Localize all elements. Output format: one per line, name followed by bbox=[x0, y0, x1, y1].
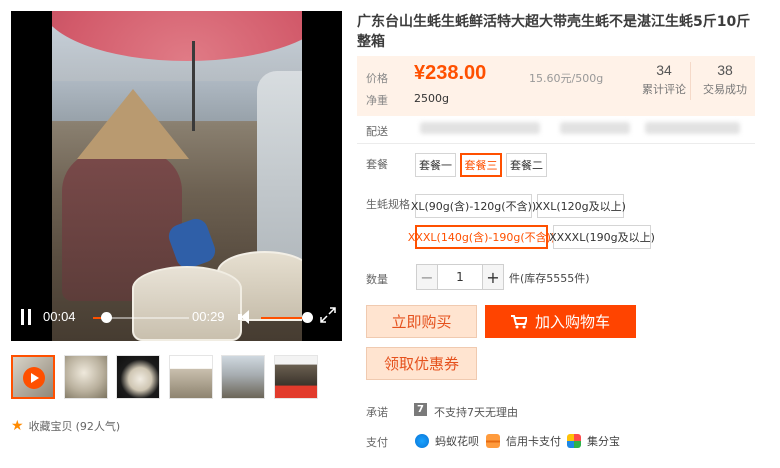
payment-method-label: 信用卡支付 bbox=[506, 435, 561, 448]
fullscreen-icon[interactable] bbox=[320, 307, 336, 323]
thumbnail-image[interactable] bbox=[168, 355, 213, 399]
huabei-icon bbox=[415, 434, 429, 448]
conical-hat-graphic bbox=[77, 89, 189, 159]
delivery-info-redacted bbox=[420, 122, 540, 134]
duration: 00:29 bbox=[192, 309, 225, 324]
package-option-3-selected[interactable]: 套餐三 bbox=[460, 153, 502, 177]
reviews-count: 34 bbox=[656, 62, 672, 78]
star-icon: ★ bbox=[11, 418, 24, 434]
divider bbox=[357, 143, 755, 144]
spec-option-xl[interactable]: XL(90g(含)-120g(不含)) bbox=[411, 194, 536, 218]
net-weight-value: 2500g bbox=[414, 92, 449, 105]
quantity-label: 数量 bbox=[366, 273, 388, 286]
payment-label: 支付 bbox=[366, 436, 388, 449]
volume-icon[interactable] bbox=[238, 310, 252, 324]
video-frame-oyster-harvest bbox=[52, 11, 302, 341]
payment-method-label: 集分宝 bbox=[587, 435, 620, 448]
credit-card-icon bbox=[486, 434, 500, 448]
spec-option-xxxxl[interactable]: XXXXL(190g及以上) bbox=[549, 225, 655, 249]
promise-label: 承诺 bbox=[366, 406, 388, 419]
seven-day-icon: 7 bbox=[414, 403, 427, 416]
price-panel: 价格 ¥238.00 15.60元/500g 净重 2500g 34 累计评论 … bbox=[357, 56, 755, 116]
delivery-info-redacted bbox=[645, 122, 740, 134]
quantity-input[interactable]: 1 bbox=[438, 264, 482, 290]
net-weight-label: 净重 bbox=[366, 94, 388, 107]
quantity-decrease-button[interactable]: − bbox=[416, 264, 438, 290]
product-video-player[interactable]: 00:04 00:29 bbox=[11, 11, 342, 341]
buy-now-label: 立即购买 bbox=[391, 313, 452, 331]
deals-count: 38 bbox=[717, 62, 733, 78]
thumbnail-image[interactable] bbox=[273, 355, 318, 399]
favorite-popularity: (92人气) bbox=[75, 420, 121, 433]
deals-stat: 38 交易成功 bbox=[699, 62, 751, 97]
volume-slider[interactable] bbox=[261, 317, 305, 319]
favorite-item[interactable]: ★ 收藏宝贝 (92人气) bbox=[11, 418, 120, 434]
volume-handle[interactable] bbox=[302, 312, 313, 323]
get-coupon-label: 领取优惠券 bbox=[383, 355, 459, 373]
thumbnail-image[interactable] bbox=[63, 355, 108, 399]
spec-label: 生蚝规格 bbox=[366, 198, 410, 211]
video-controls: 00:04 00:29 bbox=[11, 303, 342, 341]
payment-method-label: 蚂蚁花呗 bbox=[435, 435, 479, 448]
payment-huabei[interactable]: 蚂蚁花呗 bbox=[415, 433, 479, 449]
pause-icon[interactable] bbox=[20, 309, 32, 325]
thumbnail-image[interactable] bbox=[221, 355, 265, 399]
jifenbao-icon bbox=[567, 434, 581, 448]
thumbnail-video[interactable] bbox=[11, 355, 55, 399]
add-to-cart-label: 加入购物车 bbox=[534, 313, 610, 331]
current-time: 00:04 bbox=[43, 309, 76, 324]
deals-label: 交易成功 bbox=[703, 83, 747, 96]
package-option-1[interactable]: 套餐一 bbox=[415, 153, 456, 177]
price-label: 价格 bbox=[366, 72, 388, 85]
favorite-label: 收藏宝贝 bbox=[28, 420, 73, 433]
reviews-label: 累计评论 bbox=[642, 83, 686, 96]
play-icon bbox=[23, 367, 45, 389]
package-option-2[interactable]: 套餐二 bbox=[506, 153, 547, 177]
spec-option-xxl[interactable]: XXL(120g及以上) bbox=[535, 194, 626, 218]
spec-option-xxxl-selected[interactable]: XXXL(140g(含)-190g(不含)) bbox=[408, 225, 555, 249]
add-to-cart-button[interactable]: 加入购物车 bbox=[485, 305, 636, 338]
stat-divider bbox=[690, 62, 691, 100]
unit-price: 15.60元/500g bbox=[529, 72, 604, 85]
reviews-stat[interactable]: 34 累计评论 bbox=[639, 62, 689, 97]
cart-icon bbox=[510, 314, 527, 328]
thumbnail-strip bbox=[11, 355, 326, 401]
buy-now-button[interactable]: 立即购买 bbox=[366, 305, 477, 338]
package-label: 套餐 bbox=[366, 158, 388, 171]
stock-text: 件(库存5555件) bbox=[509, 272, 590, 285]
promise-text: 不支持7天无理由 bbox=[434, 406, 518, 419]
thumbnail-image[interactable] bbox=[116, 355, 160, 399]
price-value: ¥238.00 bbox=[414, 62, 487, 84]
get-coupon-button[interactable]: 领取优惠券 bbox=[366, 347, 477, 380]
umbrella-graphic bbox=[52, 11, 302, 61]
payment-credit-card[interactable]: 信用卡支付 bbox=[486, 433, 561, 449]
quantity-increase-button[interactable]: + bbox=[482, 264, 504, 290]
payment-jifenbao[interactable]: 集分宝 bbox=[567, 433, 620, 449]
progress-handle[interactable] bbox=[101, 312, 113, 323]
delivery-label: 配送 bbox=[366, 125, 388, 138]
quantity-stepper: − 1 + bbox=[416, 264, 504, 290]
product-title: 广东台山生蚝生蚝鲜活特大超大带壳生蚝不是湛江生蚝5斤10斤整箱 bbox=[357, 14, 751, 50]
delivery-info-redacted bbox=[560, 122, 630, 134]
